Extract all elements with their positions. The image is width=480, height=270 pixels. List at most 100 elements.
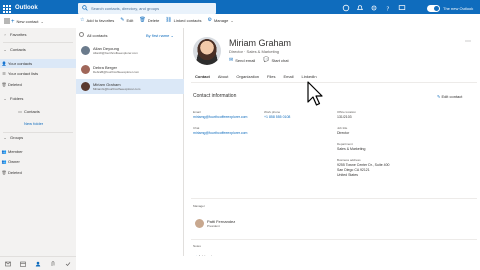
divider [191,239,477,240]
office-value: 131/2103 [337,115,352,119]
new-contact-label: New contact [16,19,39,24]
calendar-icon[interactable] [19,261,26,267]
search-icon [82,5,88,11]
sidebar-item-label: Deleted [8,82,22,87]
tab-divider [191,82,477,83]
send-email-button[interactable]: ✉ Send email [229,57,255,63]
sidebar-item-deleted[interactable]: 🗑 Deleted [0,80,76,89]
edit-label: Edit [126,17,134,23]
folder-icon: ▭ [18,109,22,114]
list-icon: ☰ [2,71,6,76]
mail-icon[interactable] [4,261,11,267]
sidebar-item-your-contact-lists[interactable]: ☰ Your contact lists [0,69,76,78]
status-area [76,256,480,270]
new-folder-link[interactable]: New folder [0,119,76,128]
mail-icon: ✉ [229,57,234,63]
linked-contacts-button[interactable]: ⛓ Linked contacts [165,17,201,23]
sidebar-item-folders[interactable]: ⌄ Folders [0,94,76,103]
divider [191,198,477,199]
search-input[interactable]: Search contacts, directory, and groups [78,3,216,14]
people-icon[interactable] [35,261,41,267]
link-icon: ⛓ [165,17,172,23]
bell-icon[interactable] [356,4,364,12]
sidebar-item-label: Folders [10,96,24,101]
new-outlook-label: The new Outlook [443,6,474,11]
edit-contact-label: Edit contact [441,94,463,99]
list-item[interactable]: Allan Deyoung AllanD@fourthcoffeeexplore… [76,43,184,58]
sidebar-item-label: Owner [8,159,20,164]
chevron-down-icon: ⌄ [40,19,44,24]
cursor-icon [307,81,323,106]
sidebar-item-your-contacts[interactable]: 👤 Your contacts [0,59,76,68]
tab-organization[interactable]: Organization [232,74,263,82]
star-icon: ☆ [80,17,85,23]
skype-icon[interactable] [342,4,350,12]
send-email-label: Send email [235,57,256,63]
delete-label: Delete [147,17,160,23]
help-icon[interactable]: ? [384,4,392,12]
trash-icon: 🗑 [1,170,7,175]
plus-icon: + [11,18,15,25]
start-chat-label: Start chat [271,57,289,63]
avatar [81,82,90,91]
department-value: Sales & Marketing [337,147,366,151]
people-icon: 👥 [1,149,7,154]
tab-files[interactable]: Files [263,74,279,82]
gear-icon[interactable] [370,4,378,12]
tab-contact[interactable]: Contact [191,74,214,83]
module-bar [0,256,76,270]
edit-button[interactable]: ✎ Edit [120,17,133,23]
linked-contacts-label: Linked contacts [173,17,202,23]
contact-email: MiriamG@fourthcoffeeexplorer.com [93,87,141,91]
manager-label: Manager [193,204,205,208]
list-item[interactable]: Debra Berger DebraB@fourthcoffeeexplorer… [76,62,184,77]
sidebar-item-label: Favorites [10,32,27,37]
start-chat-button[interactable]: 💬 Start chat [263,57,288,63]
delete-button[interactable]: 🗑 Delete [139,17,159,23]
chevron-down-icon: ⌄ [3,135,7,140]
sidebar-item-label: Contacts [24,109,40,114]
new-contact-button[interactable]: + New contact ⌄ [3,17,51,26]
manage-button[interactable]: ⚙ Manage ⌄ [207,17,233,23]
chat-value[interactable]: miriamg@fourthcoffeeexplorer.com [193,131,247,136]
command-list: ☆ Add to favorites ✎ Edit 🗑 Delete ⛓ Linked … [80,17,234,23]
sidebar-item-groups[interactable]: ⌄ Groups [0,133,76,142]
new-outlook-toggle[interactable] [427,5,440,12]
list-title: All contacts [87,33,108,38]
trash-icon: 🗑 [1,82,7,87]
sidebar-item-folder-contacts[interactable]: ▭ Contacts [0,107,76,116]
list-item-selected[interactable]: Miriam Graham MiriamG@fourthcoffeeexplor… [76,79,184,94]
add-to-favorites-button[interactable]: ☆ Add to favorites [80,17,114,23]
sidebar-item-groups-deleted[interactable]: 🗑 Deleted [0,168,76,177]
people-icon: 👥 [1,159,7,164]
address-label: Business address [337,158,361,162]
edit-contact-button[interactable]: ✎ Edit contact [437,94,462,99]
email-value[interactable]: miriamg@fourthcoffeeexplorer.com [193,115,247,120]
todo-icon[interactable] [65,261,71,267]
contact-list-pane: All contacts By first name ⌄ Allan Deyou… [76,28,184,256]
work-phone-value[interactable]: +1 858 555 0108 [264,115,290,120]
manage-label: Manage [213,17,229,23]
feedback-icon[interactable] [398,4,406,12]
contact-detail-pane: Miriam Graham Director · Sales & Marketi… [185,28,480,259]
sidebar-item-contacts[interactable]: ⌄ Contacts [0,45,76,54]
chat-label: Chat [193,126,200,130]
select-all-checkbox[interactable] [79,32,84,37]
waffle-icon[interactable] [3,5,11,13]
more-icon[interactable]: ⋯ [465,38,471,45]
sidebar-item-owner[interactable]: 👥 Owner [0,157,76,166]
pencil-icon: ✎ [437,94,441,99]
sidebar-item-member[interactable]: 👥 Member [0,147,76,156]
tab-email[interactable]: Email [279,74,297,82]
department-label: Department [337,142,353,146]
chat-icon: 💬 [263,57,270,63]
sort-dropdown[interactable]: By first name ⌄ [146,33,174,38]
sidebar-item-favorites[interactable]: › Favorites [0,30,76,39]
paperclip-icon[interactable] [50,260,56,267]
pencil-icon: ✎ [120,17,125,23]
contact-actions: ✉ Send email 💬 Start chat [229,57,289,63]
add-to-favorites-label: Add to favorites [86,17,115,23]
sidebar-item-label: Your contact lists [8,71,39,76]
tab-about[interactable]: About [214,74,232,82]
app-title[interactable]: Outlook [15,5,38,11]
